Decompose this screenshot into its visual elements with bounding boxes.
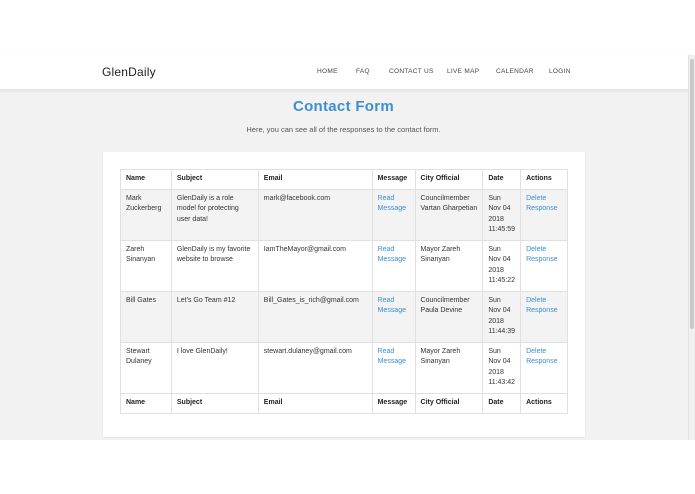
cell-date: Sun Nov 04 2018 11:43:42 xyxy=(482,342,522,394)
scrollbar-thumb[interactable] xyxy=(690,59,694,329)
table-row: Bill Gates Let's Go Team #12 Bill_Gates_… xyxy=(120,291,568,343)
cell-message: Read Message xyxy=(371,189,416,241)
cell-subject: GlenDaily is a role model for protecting… xyxy=(170,189,259,241)
main-content: Contact Form Here, you can see all of th… xyxy=(0,90,695,440)
header-date: Date xyxy=(482,169,522,190)
scrollbar[interactable] xyxy=(688,55,695,440)
cell-email: IamTheMayor@gmail.com xyxy=(257,240,373,292)
nav-calendar[interactable]: CALENDAR xyxy=(496,68,534,75)
header-actions: Actions xyxy=(520,169,568,190)
table-footer-row: Name Subject Email Message City Official… xyxy=(120,393,568,414)
cell-message: Read Message xyxy=(371,291,416,343)
cell-name: Bill Gates xyxy=(120,291,172,343)
read-message-link[interactable]: Read Message xyxy=(378,246,406,263)
page-title: Contact Form xyxy=(292,98,395,115)
top-whitespace xyxy=(0,0,695,55)
cell-city-official: Mayor Zareh Sinanyan xyxy=(414,240,484,292)
table-row: Mark Zuckerberg GlenDaily is a role mode… xyxy=(120,189,568,241)
footer-city-official: City Official xyxy=(414,393,484,414)
footer-email: Email xyxy=(257,393,373,414)
header-subject: Subject xyxy=(170,169,259,190)
navbar: GlenDaily HOME FAQ CONTACT US LIVE MAP C… xyxy=(0,55,695,90)
cell-name: Mark Zuckerberg xyxy=(120,189,172,241)
responses-card: Name Subject Email Message City Official… xyxy=(103,152,585,437)
footer-message: Message xyxy=(371,393,416,414)
read-message-link[interactable]: Read Message xyxy=(378,297,406,314)
cell-city-official: Mayor Zareh Sinanyan xyxy=(414,342,484,394)
footer-date: Date xyxy=(482,393,522,414)
delete-response-link[interactable]: Delete Response xyxy=(526,246,558,263)
footer-name: Name xyxy=(120,393,172,414)
cell-date: Sun Nov 04 2018 11:45:59 xyxy=(482,189,522,241)
nav-login[interactable]: LOGIN xyxy=(549,68,571,75)
cell-name: Stewart Dulaney xyxy=(120,342,172,394)
responses-table: Name Subject Email Message City Official… xyxy=(120,169,568,414)
cell-date: Sun Nov 04 2018 11:44:39 xyxy=(482,291,522,343)
cell-city-official: Councilmember Vartan Gharpetian xyxy=(414,189,484,241)
delete-response-link[interactable]: Delete Response xyxy=(526,297,558,314)
read-message-link[interactable]: Read Message xyxy=(378,195,406,212)
read-message-link[interactable]: Read Message xyxy=(378,348,406,365)
header-city-official: City Official xyxy=(414,169,484,190)
cell-city-official: Councilmember Paula Devine xyxy=(414,291,484,343)
nav-contact-us[interactable]: CONTACT US xyxy=(389,68,434,75)
cell-subject: I love GlenDaily! xyxy=(170,342,259,394)
header-email: Email xyxy=(257,169,373,190)
table-row: Stewart Dulaney I love GlenDaily! stewar… xyxy=(120,342,568,394)
cell-subject: GlenDaily is my favorite website to brow… xyxy=(170,240,259,292)
cell-actions: Delete Response xyxy=(520,189,568,241)
cell-actions: Delete Response xyxy=(520,342,568,394)
header-name: Name xyxy=(120,169,172,190)
page-subtitle: Here, you can see all of the responses t… xyxy=(246,125,441,134)
table-row: Zareh Sinanyan GlenDaily is my favorite … xyxy=(120,240,568,292)
nav-faq[interactable]: FAQ xyxy=(356,68,370,75)
cell-actions: Delete Response xyxy=(520,291,568,343)
delete-response-link[interactable]: Delete Response xyxy=(526,348,558,365)
nav-live-map[interactable]: LIVE MAP xyxy=(447,68,479,75)
cell-subject: Let's Go Team #12 xyxy=(170,291,259,343)
delete-response-link[interactable]: Delete Response xyxy=(526,195,558,212)
cell-actions: Delete Response xyxy=(520,240,568,292)
cell-name: Zareh Sinanyan xyxy=(120,240,172,292)
cell-message: Read Message xyxy=(371,342,416,394)
nav-links: HOME FAQ CONTACT US LIVE MAP CALENDAR LO… xyxy=(0,68,695,80)
nav-home[interactable]: HOME xyxy=(317,68,338,75)
cell-email: Bill_Gates_is_rich@gmail.com xyxy=(257,291,373,343)
cell-date: Sun Nov 04 2018 11:45:22 xyxy=(482,240,522,292)
cell-email: stewart.dulaney@gmail.com xyxy=(257,342,373,394)
footer-actions: Actions xyxy=(520,393,568,414)
cell-message: Read Message xyxy=(371,240,416,292)
header-message: Message xyxy=(371,169,416,190)
footer-subject: Subject xyxy=(170,393,259,414)
cell-email: mark@facebook.com xyxy=(257,189,373,241)
table-header-row: Name Subject Email Message City Official… xyxy=(120,169,568,190)
